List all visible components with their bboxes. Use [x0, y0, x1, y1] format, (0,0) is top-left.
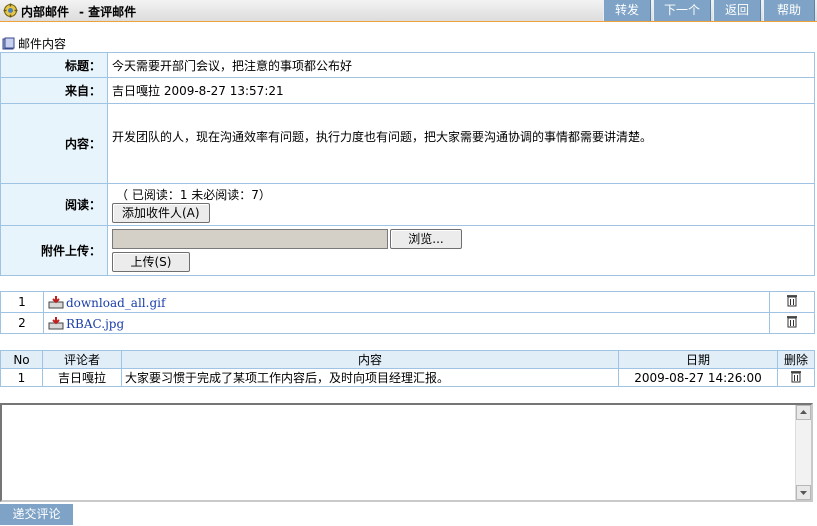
mail-form: 标题： 今天需要开部门会议，把注意的事项都公布好 来自： 吉日嘎拉 2009-8…: [0, 52, 815, 276]
add-recipient-button[interactable]: 添加收件人(A): [112, 203, 210, 223]
scrollbar[interactable]: [795, 405, 811, 500]
content-label: 内容：: [0, 103, 108, 184]
title-bar: 内部邮件 - 查评邮件 转发 下一个 返回 帮助: [0, 0, 817, 22]
attachment-delete-cell: [769, 291, 815, 313]
col-content: 内容: [121, 350, 619, 369]
attachment-no: 1: [0, 291, 44, 313]
comment-row: 1 吉日嘎拉 大家要习惯于完成了某项工作内容后，及时向项目经理汇报。 2009-…: [0, 368, 815, 387]
trash-icon[interactable]: [786, 315, 798, 328]
section-header: 邮件内容: [2, 35, 66, 51]
comment-reviewer: 吉日嘎拉: [42, 368, 122, 387]
attachment-name-cell: RBAC.jpg: [43, 312, 770, 334]
upload-button[interactable]: 上传(S): [112, 252, 190, 272]
subject-value: 今天需要开部门会议，把注意的事项都公布好: [107, 52, 815, 78]
attachment-name-cell: download_all.gif: [43, 291, 770, 313]
col-date: 日期: [618, 350, 778, 369]
page-title-text: 内部邮件: [21, 5, 70, 19]
back-button[interactable]: 返回: [713, 0, 761, 21]
col-no: No: [0, 350, 43, 369]
read-cell: （ 已阅读：1 未必阅读：7） 添加收件人(A): [107, 183, 815, 226]
comment-header-row: No 评论者 内容 日期 删除: [0, 350, 815, 369]
comment-no: 1: [0, 368, 43, 387]
download-icon: [48, 295, 64, 308]
help-button[interactable]: 帮助: [763, 0, 815, 21]
comment-table: No 评论者 内容 日期 删除 1 吉日嘎拉 大家要习惯于完成了某项工作内容后，…: [0, 350, 815, 387]
section-title: 邮件内容: [18, 37, 67, 51]
attachment-delete-cell: [769, 312, 815, 334]
file-path-input[interactable]: [112, 229, 388, 249]
mail-book-icon: [2, 37, 15, 50]
gear-logo-icon: [3, 3, 18, 18]
attachment-row: 2 RBAC.jpg: [0, 312, 815, 334]
attach-label: 附件上传：: [0, 225, 108, 276]
from-label: 来自：: [0, 77, 108, 104]
attachment-no: 2: [0, 312, 44, 334]
col-delete: 删除: [777, 350, 815, 369]
comment-content: 大家要习惯于完成了某项工作内容后，及时向项目经理汇报。: [121, 368, 619, 387]
trash-icon[interactable]: [786, 294, 798, 307]
from-value: 吉日嘎拉 2009-8-27 13:57:21: [107, 77, 815, 104]
page-subtitle: - 查评邮件: [79, 5, 137, 19]
attachment-link[interactable]: RBAC.jpg: [66, 317, 124, 331]
page-title: 内部邮件 - 查评邮件: [21, 3, 136, 20]
attachment-list: 1 download_all.gif 2 RBAC.jpg: [0, 291, 815, 334]
read-label: 阅读：: [0, 183, 108, 226]
comment-delete-cell: [777, 368, 815, 387]
trash-icon[interactable]: [790, 370, 802, 383]
scroll-up-icon[interactable]: [796, 405, 811, 420]
comment-textarea[interactable]: [0, 403, 813, 502]
attachment-link[interactable]: download_all.gif: [66, 296, 165, 310]
next-button[interactable]: 下一个: [653, 0, 711, 21]
attachment-row: 1 download_all.gif: [0, 291, 815, 313]
scroll-down-icon[interactable]: [796, 485, 811, 500]
col-reviewer: 评论者: [42, 350, 122, 369]
read-status: （ 已阅读：1 未必阅读：7）: [116, 188, 271, 202]
subject-label: 标题：: [0, 52, 108, 78]
forward-button[interactable]: 转发: [603, 0, 651, 21]
attach-cell: 浏览... 上传(S): [107, 225, 815, 276]
submit-comment-button[interactable]: 递交评论: [0, 504, 73, 525]
download-icon: [48, 316, 64, 329]
content-value: 开发团队的人，现在沟通效率有问题，执行力度也有问题，把大家需要沟通协调的事情都需…: [107, 103, 815, 184]
browse-button[interactable]: 浏览...: [390, 229, 462, 249]
comment-date: 2009-08-27 14:26:00: [618, 368, 778, 387]
